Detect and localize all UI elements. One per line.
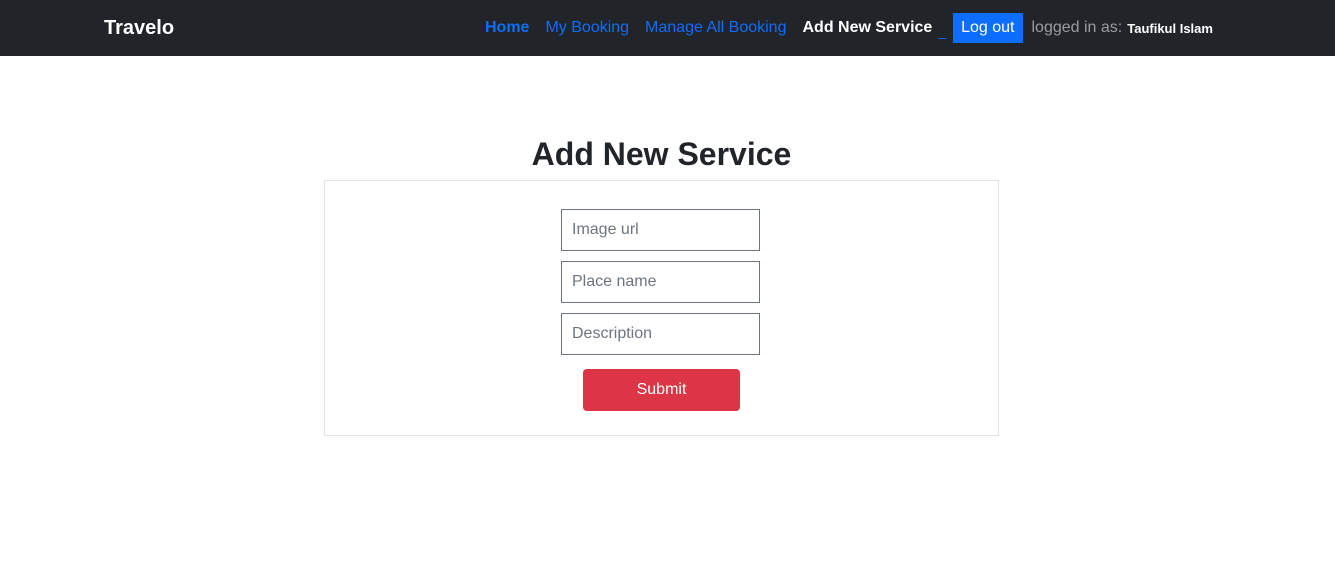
image-url-input[interactable] xyxy=(561,209,760,251)
nav-separator: _ xyxy=(938,23,947,39)
nav-link-home[interactable]: Home xyxy=(485,18,529,38)
logout-button[interactable]: Log out xyxy=(953,13,1023,43)
place-name-input[interactable] xyxy=(561,261,760,303)
brand-logo[interactable]: Travelo xyxy=(104,16,174,40)
nav-link-add-new-service[interactable]: Add New Service xyxy=(802,18,932,38)
nav-links: Home My Booking Manage All Booking Add N… xyxy=(485,0,1213,56)
user-name: Taufikul Islam xyxy=(1127,20,1213,36)
add-service-form: Submit xyxy=(324,180,999,436)
nav-link-my-booking[interactable]: My Booking xyxy=(545,18,629,38)
nav-link-manage-all-booking[interactable]: Manage All Booking xyxy=(645,18,786,38)
logged-in-label: logged in as: xyxy=(1031,19,1123,36)
top-navbar: Travelo Home My Booking Manage All Booki… xyxy=(0,0,1335,56)
submit-button[interactable]: Submit xyxy=(583,369,740,411)
page-title: Add New Service xyxy=(531,136,792,172)
description-input[interactable] xyxy=(561,313,760,355)
